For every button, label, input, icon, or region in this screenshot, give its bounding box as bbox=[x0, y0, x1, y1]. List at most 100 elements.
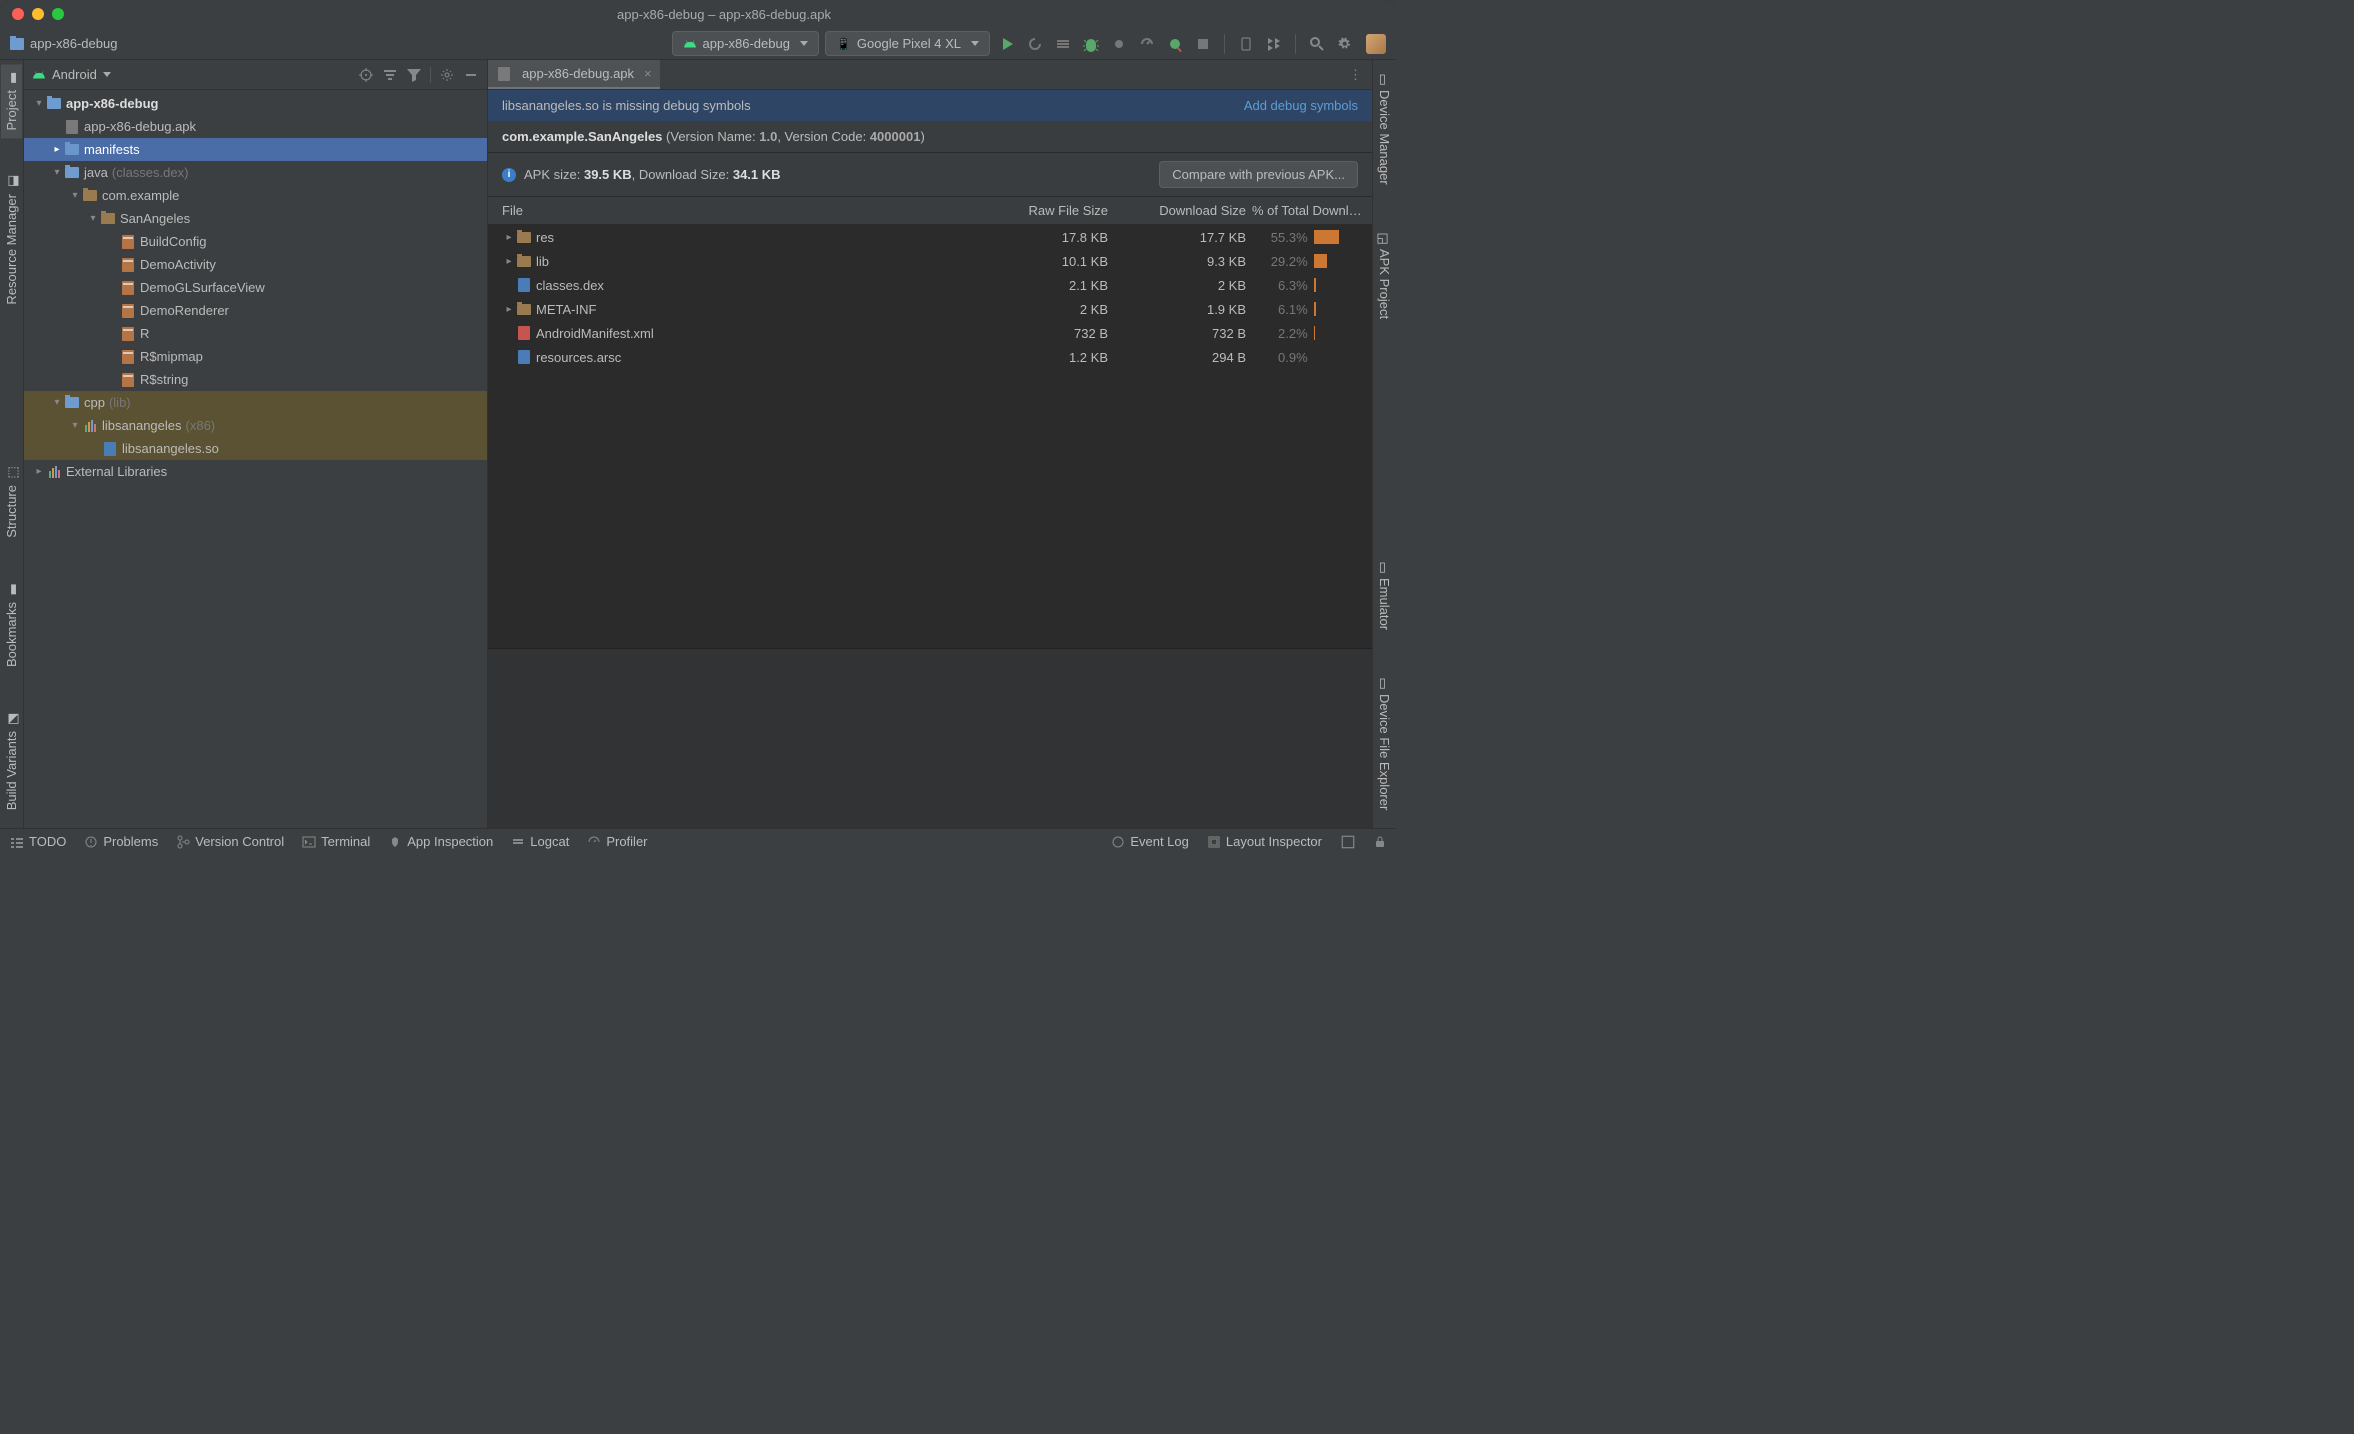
attach-debugger-button[interactable] bbox=[1111, 36, 1127, 52]
tab-project[interactable]: Project▮ bbox=[1, 64, 22, 138]
avatar[interactable] bbox=[1366, 34, 1386, 54]
table-header: File Raw File Size Download Size % of To… bbox=[488, 197, 1372, 225]
add-debug-symbols-link[interactable]: Add debug symbols bbox=[1244, 98, 1358, 113]
target-icon[interactable] bbox=[358, 67, 374, 83]
chevron-down-icon bbox=[800, 41, 808, 46]
tree-package[interactable]: ▾SanAngeles bbox=[24, 207, 487, 230]
tab-emulator[interactable]: ▯Emulator bbox=[1374, 552, 1395, 638]
left-stripe: Project▮ Resource Manager◧ Structure⬚ Bo… bbox=[0, 60, 24, 828]
minimize-window[interactable] bbox=[32, 8, 44, 20]
breadcrumb[interactable]: app-x86-debug bbox=[10, 36, 117, 51]
emulator-icon: ▯ bbox=[1378, 560, 1391, 573]
window-title: app-x86-debug – app-x86-debug.apk bbox=[64, 7, 1384, 22]
file-table: ▸res17.8 KB17.7 KB55.3%▸lib10.1 KB9.3 KB… bbox=[488, 225, 1372, 648]
tree-external-libs[interactable]: ▸External Libraries bbox=[24, 460, 487, 483]
profiler-button[interactable] bbox=[1139, 36, 1155, 52]
col-raw[interactable]: Raw File Size bbox=[992, 203, 1122, 218]
structure-icon: ⬚ bbox=[5, 467, 18, 480]
tree-file[interactable]: DemoGLSurfaceView bbox=[24, 276, 487, 299]
run-button[interactable] bbox=[999, 36, 1015, 52]
tree-manifests[interactable]: ▸manifests bbox=[24, 138, 487, 161]
status-app-inspection[interactable]: App Inspection bbox=[388, 834, 493, 849]
tab-structure[interactable]: Structure⬚ bbox=[1, 459, 22, 546]
table-row[interactable]: ▸res17.8 KB17.7 KB55.3% bbox=[488, 225, 1372, 249]
table-row[interactable]: AndroidManifest.xml732 B732 B2.2% bbox=[488, 321, 1372, 345]
search-button[interactable] bbox=[1309, 36, 1325, 52]
tree-native-lib[interactable]: ▾libsanangeles(x86) bbox=[24, 414, 487, 437]
tree-package[interactable]: ▾com.example bbox=[24, 184, 487, 207]
tab-device-manager[interactable]: ▯Device Manager bbox=[1374, 64, 1395, 193]
tree-file[interactable]: DemoActivity bbox=[24, 253, 487, 276]
tree-cpp[interactable]: ▾cpp(lib) bbox=[24, 391, 487, 414]
more-icon[interactable]: ⋮ bbox=[1349, 67, 1372, 83]
tab-bookmarks[interactable]: Bookmarks▮ bbox=[1, 576, 22, 675]
breadcrumb-label: app-x86-debug bbox=[30, 36, 117, 51]
tree-so-file[interactable]: libsanangeles.so bbox=[24, 437, 487, 460]
status-bar: TODO Problems Version Control Terminal A… bbox=[0, 828, 1396, 854]
run-config-label: app-x86-debug bbox=[703, 36, 790, 51]
table-row[interactable]: classes.dex2.1 KB2 KB6.3% bbox=[488, 273, 1372, 297]
tab-apk-project[interactable]: ◱APK Project bbox=[1374, 223, 1395, 327]
sync-button[interactable] bbox=[1266, 36, 1282, 52]
tab-build-variants[interactable]: Build Variants◪ bbox=[1, 705, 22, 818]
apk-icon bbox=[496, 67, 512, 81]
run-config-selector[interactable]: app-x86-debug bbox=[672, 31, 819, 56]
close-tab-icon[interactable]: × bbox=[644, 66, 652, 81]
status-profiler[interactable]: Profiler bbox=[587, 834, 647, 849]
tree-root[interactable]: ▾app-x86-debug bbox=[24, 92, 487, 115]
more-actions-button[interactable] bbox=[1167, 36, 1183, 52]
col-pct[interactable]: % of Total Downlo... bbox=[1252, 203, 1372, 218]
device-selector[interactable]: 📱 Google Pixel 4 XL bbox=[825, 31, 990, 56]
debug-button[interactable] bbox=[1083, 36, 1099, 52]
tree-file[interactable]: R$string bbox=[24, 368, 487, 391]
stop-button[interactable] bbox=[1195, 36, 1211, 52]
project-panel: Android ▾app-x86-debug app-x86-debug.apk… bbox=[24, 60, 488, 828]
package-info: com.example.SanAngeles (Version Name: 1.… bbox=[488, 121, 1372, 153]
col-file[interactable]: File bbox=[488, 203, 992, 218]
status-vcs[interactable]: Version Control bbox=[176, 834, 284, 849]
table-row[interactable]: ▸lib10.1 KB9.3 KB29.2% bbox=[488, 249, 1372, 273]
git-button[interactable] bbox=[1238, 36, 1254, 52]
project-view-label[interactable]: Android bbox=[52, 67, 97, 82]
android-icon bbox=[683, 37, 697, 51]
status-terminal[interactable]: Terminal bbox=[302, 834, 370, 849]
tab-apk[interactable]: app-x86-debug.apk × bbox=[488, 60, 660, 89]
android-icon bbox=[32, 68, 46, 82]
chevron-down-icon bbox=[971, 41, 979, 46]
tree-file[interactable]: BuildConfig bbox=[24, 230, 487, 253]
file-explorer-icon: ▯ bbox=[1378, 676, 1391, 689]
table-row[interactable]: resources.arsc1.2 KB294 B0.9% bbox=[488, 345, 1372, 369]
tree-file[interactable]: DemoRenderer bbox=[24, 299, 487, 322]
nav-bar: app-x86-debug app-x86-debug 📱 Google Pix… bbox=[0, 28, 1396, 60]
status-logcat[interactable]: Logcat bbox=[511, 834, 569, 849]
tree-java[interactable]: ▾java(classes.dex) bbox=[24, 161, 487, 184]
editor-panel: app-x86-debug.apk × ⋮ libsanangeles.so i… bbox=[488, 60, 1372, 828]
filter-icon[interactable] bbox=[406, 67, 422, 83]
table-row[interactable]: ▸META-INF2 KB1.9 KB6.1% bbox=[488, 297, 1372, 321]
variants-icon: ◪ bbox=[5, 713, 18, 726]
gear-icon[interactable] bbox=[439, 67, 455, 83]
close-window[interactable] bbox=[12, 8, 24, 20]
tree-apk[interactable]: app-x86-debug.apk bbox=[24, 115, 487, 138]
tree-file[interactable]: R$mipmap bbox=[24, 345, 487, 368]
tree-file[interactable]: R bbox=[24, 322, 487, 345]
tab-device-file-explorer[interactable]: ▯Device File Explorer bbox=[1374, 668, 1395, 818]
status-layout-inspector[interactable]: Layout Inspector bbox=[1207, 834, 1322, 849]
tab-resource-manager[interactable]: Resource Manager◧ bbox=[1, 168, 22, 313]
apply-changes-button[interactable] bbox=[1027, 36, 1043, 52]
run-with-coverage-button[interactable] bbox=[1055, 36, 1071, 52]
status-event-log[interactable]: Event Log bbox=[1111, 834, 1189, 849]
lock-icon[interactable] bbox=[1374, 836, 1386, 848]
maximize-window[interactable] bbox=[52, 8, 64, 20]
status-problems[interactable]: Problems bbox=[84, 834, 158, 849]
status-todo[interactable]: TODO bbox=[10, 834, 66, 849]
overflow-icon[interactable] bbox=[1340, 834, 1356, 850]
settings-button[interactable] bbox=[1337, 36, 1353, 52]
sort-icon[interactable] bbox=[382, 67, 398, 83]
package-name: com.example.SanAngeles bbox=[502, 129, 662, 144]
compare-apk-button[interactable]: Compare with previous APK... bbox=[1159, 161, 1358, 188]
col-download[interactable]: Download Size bbox=[1122, 203, 1252, 218]
minimize-icon[interactable] bbox=[463, 67, 479, 83]
phone-icon: 📱 bbox=[836, 37, 851, 51]
resource-icon: ◧ bbox=[5, 176, 18, 189]
